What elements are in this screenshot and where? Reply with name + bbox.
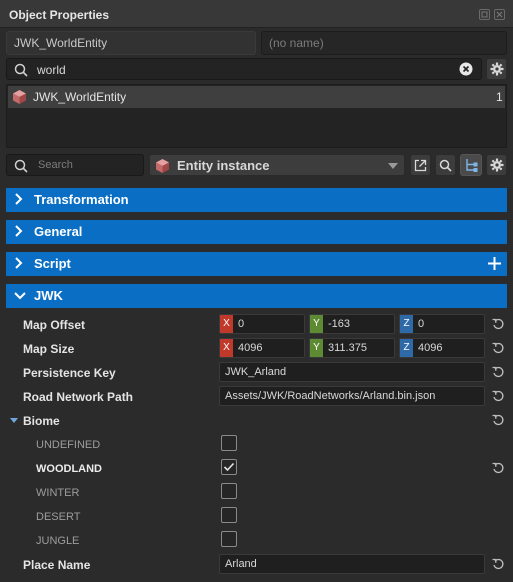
map-offset-x-value: 0 [238, 318, 245, 330]
biome-option-winter-label: WINTER [36, 487, 80, 499]
road-network-path-label: Road Network Path [23, 390, 134, 404]
list-item[interactable]: JWK_WorldEntity 1 [8, 86, 505, 108]
axis-x-label: X [220, 339, 233, 357]
alt-name-field[interactable]: (no name) [261, 31, 507, 55]
map-size-x-field[interactable]: X 4096 [219, 338, 305, 358]
biome-jungle-checkbox[interactable] [221, 531, 237, 547]
property-search-placeholder: Search [38, 159, 73, 171]
map-offset-y-field[interactable]: Y -163 [309, 314, 395, 334]
persistence-key-label: Persistence Key [23, 366, 116, 380]
section-label: Script [34, 256, 71, 271]
map-offset-label: Map Offset [23, 318, 86, 332]
section-general[interactable]: General [6, 220, 507, 244]
map-offset-z-value: 0 [418, 318, 425, 330]
section-label: JWK [34, 288, 63, 303]
inspector-settings-button[interactable] [486, 154, 507, 176]
map-size-z-field[interactable]: Z 4096 [399, 338, 485, 358]
reset-icon[interactable] [492, 390, 504, 402]
entity-list: JWK_WorldEntity 1 [6, 84, 507, 148]
entity-list-count: 1 [496, 90, 503, 104]
chevron-down-icon [14, 292, 26, 300]
place-name-field[interactable]: Arland [219, 554, 485, 574]
entity-type-dropdown[interactable]: Entity instance [149, 154, 405, 176]
reset-icon[interactable] [492, 414, 504, 426]
open-external-icon [414, 159, 427, 171]
section-transformation[interactable]: Transformation [6, 188, 507, 212]
biome-label: Biome [23, 414, 60, 428]
entity-cube-icon [13, 90, 26, 104]
biome-option-undefined-label: UNDEFINED [36, 439, 101, 451]
panel-title-bar: Object Properties [0, 0, 513, 28]
search-icon [439, 159, 452, 172]
expand-arrow-icon[interactable] [10, 418, 18, 424]
find-button[interactable] [435, 154, 456, 176]
place-name-label: Place Name [23, 558, 91, 572]
gear-icon [490, 62, 503, 76]
section-label: General [34, 224, 83, 239]
map-offset-z-field[interactable]: Z 0 [399, 314, 485, 334]
clear-search-icon[interactable] [459, 62, 473, 76]
add-icon[interactable] [487, 256, 502, 271]
section-script[interactable]: Script [6, 252, 507, 276]
axis-y-label: Y [310, 339, 323, 357]
panel-title: Object Properties [9, 8, 110, 22]
gear-icon [490, 158, 503, 172]
biome-undefined-checkbox[interactable] [221, 435, 237, 451]
map-size-y-value: 311.375 [328, 342, 367, 354]
chevron-right-icon [15, 257, 23, 269]
biome-winter-checkbox[interactable] [221, 483, 237, 499]
section-jwk[interactable]: JWK [6, 284, 507, 308]
close-icon[interactable] [494, 9, 505, 20]
reset-icon[interactable] [492, 558, 504, 570]
axis-y-label: Y [310, 315, 323, 333]
reset-icon[interactable] [492, 318, 504, 330]
biome-woodland-checkbox[interactable] [221, 459, 237, 475]
chevron-right-icon [15, 225, 23, 237]
undock-icon[interactable] [479, 9, 490, 20]
reset-icon[interactable] [492, 462, 504, 474]
map-offset-x-field[interactable]: X 0 [219, 314, 305, 334]
search-value: world [37, 63, 66, 77]
section-label: Transformation [34, 192, 129, 207]
open-external-button[interactable] [410, 154, 431, 176]
map-size-y-field[interactable]: Y 311.375 [309, 338, 395, 358]
chevron-right-icon [15, 193, 23, 205]
map-size-x-value: 4096 [238, 342, 263, 354]
road-network-path-field[interactable]: Assets/JWK/RoadNetworks/Arland.bin.json [219, 386, 485, 406]
entity-search-input[interactable]: world [6, 58, 482, 80]
map-size-z-value: 4096 [418, 342, 443, 354]
map-size-label: Map Size [23, 342, 75, 356]
chevron-down-icon [388, 163, 398, 169]
axis-z-label: Z [400, 315, 413, 333]
entity-cube-icon [156, 159, 169, 173]
axis-z-label: Z [400, 339, 413, 357]
hierarchy-view-toggle[interactable] [460, 154, 482, 176]
entity-name-field[interactable]: JWK_WorldEntity [6, 31, 256, 55]
reset-icon[interactable] [492, 342, 504, 354]
search-settings-button[interactable] [486, 58, 507, 80]
search-icon [14, 63, 28, 77]
hierarchy-icon [466, 159, 478, 172]
entity-list-name: JWK_WorldEntity [33, 90, 127, 104]
map-offset-y-value: -163 [328, 318, 351, 330]
biome-option-woodland-label: WOODLAND [36, 463, 102, 475]
search-icon [14, 159, 28, 173]
axis-x-label: X [220, 315, 233, 333]
reset-icon[interactable] [492, 366, 504, 378]
property-search-input[interactable]: Search [6, 154, 144, 176]
entity-type-label: Entity instance [177, 158, 270, 173]
checkmark-icon [223, 462, 235, 472]
biome-option-jungle-label: JUNGLE [36, 535, 80, 547]
persistence-key-field[interactable]: JWK_Arland [219, 362, 485, 382]
biome-desert-checkbox[interactable] [221, 507, 237, 523]
biome-option-desert-label: DESERT [36, 511, 81, 523]
